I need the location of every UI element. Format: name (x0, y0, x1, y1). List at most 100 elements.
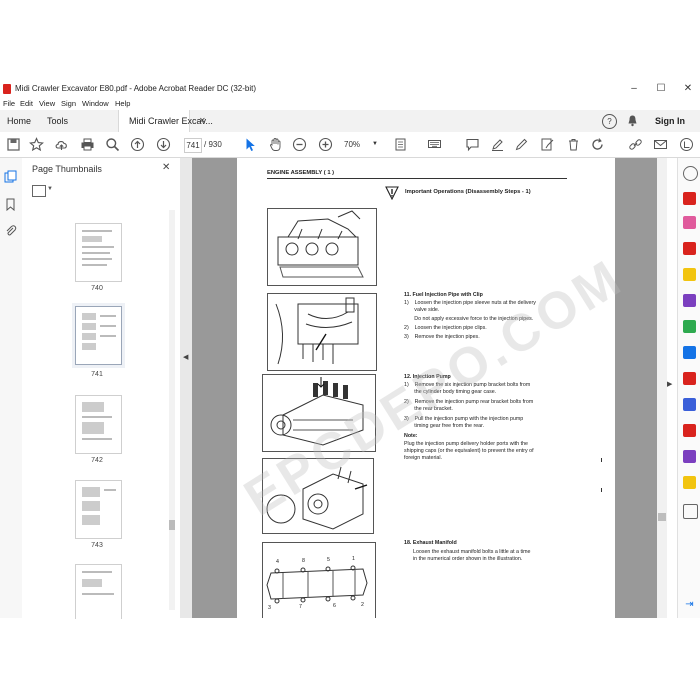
rotate-icon[interactable] (590, 137, 605, 152)
next-page-icon[interactable] (156, 137, 171, 152)
menu-help[interactable]: Help (115, 99, 130, 108)
email-icon[interactable] (653, 137, 668, 152)
fit-page-icon[interactable] (393, 137, 408, 152)
thumbnail-label-742: 742 (91, 457, 103, 464)
thumbnail-scrollbar[interactable] (169, 210, 175, 610)
thumbnail-page-740[interactable] (75, 223, 122, 282)
document-scrollbar-thumb[interactable] (658, 513, 666, 521)
thumbnail-options-icon[interactable] (32, 185, 46, 197)
tab-home[interactable]: Home (7, 110, 31, 132)
zoom-out-icon[interactable] (292, 137, 307, 152)
step-18-line-2: in the numerical order shown in the illu… (413, 556, 523, 562)
page-thumbnails-icon[interactable] (4, 170, 17, 183)
figure-engine-top (267, 208, 377, 286)
protect-icon[interactable] (683, 398, 696, 411)
thumbnail-label-740: 740 (91, 285, 103, 292)
zoom-level-value: 70% (344, 140, 361, 149)
menu-window[interactable]: Window (82, 99, 109, 108)
collapse-arrow-icon[interactable]: ◀ (183, 353, 188, 361)
menu-sign[interactable]: Sign (61, 99, 76, 108)
menu-view[interactable]: View (39, 99, 55, 108)
comment-icon[interactable] (465, 137, 480, 152)
share-icon[interactable] (679, 137, 694, 152)
hand-tool-icon[interactable] (268, 137, 283, 152)
organize-pages-icon[interactable] (683, 320, 696, 333)
manifold-num-top-3: 5 (327, 557, 330, 563)
manifold-num-bottom-2: 7 (299, 604, 302, 610)
help-icon[interactable]: ? (602, 114, 617, 129)
link-share-icon[interactable] (628, 137, 643, 152)
menu-edit[interactable]: Edit (20, 99, 33, 108)
bell-icon[interactable] (626, 114, 639, 127)
expand-right-pane-icon[interactable]: ▶ (667, 380, 677, 388)
edit-pdf-icon[interactable] (683, 242, 696, 255)
manifold-num-bottom-3: 6 (333, 603, 336, 609)
draw-pen-icon[interactable] (514, 137, 529, 152)
thumbnail-scrollbar-thumb[interactable] (169, 520, 175, 530)
previous-page-icon[interactable] (130, 137, 145, 152)
manifold-num-top-4: 1 (352, 556, 355, 562)
print-icon[interactable] (80, 137, 95, 152)
create-pdf-icon[interactable] (683, 216, 696, 229)
select-cursor-icon[interactable] (243, 137, 258, 152)
star-icon[interactable] (29, 137, 44, 152)
document-view[interactable]: ENGINE ASSEMBLY ( 1 ) Important Operatio… (192, 158, 657, 618)
fill-sign-icon[interactable] (540, 137, 555, 152)
thumbnail-label-743: 743 (91, 542, 103, 549)
tab-document[interactable]: Midi Crawler Excav... ✕ (118, 110, 213, 132)
more-tools-icon[interactable] (683, 504, 698, 519)
page-total-label: / 930 (204, 140, 222, 149)
keyboard-icon[interactable] (427, 137, 442, 152)
chevron-down-icon: ▼ (372, 141, 378, 147)
right-tools-pane: ⇥ (677, 158, 700, 618)
tab-bar: Home Tools Midi Crawler Excav... ✕ ? Sig… (0, 110, 700, 133)
bookmark-icon[interactable] (4, 198, 17, 212)
request-signature-icon[interactable] (683, 450, 696, 463)
left-pane-collapse-strip[interactable]: ◀ (180, 158, 192, 618)
maximize-button[interactable]: ☐ (649, 82, 673, 96)
close-pane-icon[interactable]: ✕ (162, 162, 170, 173)
zoom-level-select[interactable]: 70% ▼ (344, 138, 380, 151)
compress-pdf-icon[interactable] (683, 346, 696, 359)
redact-icon[interactable] (683, 372, 696, 385)
attachment-icon[interactable] (4, 224, 17, 237)
manifold-num-bottom-1: 3 (268, 605, 271, 611)
close-window-button[interactable]: ✕ (676, 82, 700, 96)
collapse-tools-icon[interactable]: ⇥ (683, 598, 696, 611)
figure-exhaust-manifold: 4 8 5 1 3 7 6 2 (262, 542, 376, 618)
zoom-search-icon[interactable] (105, 137, 120, 152)
options-chevron-icon[interactable]: ▼ (47, 186, 53, 192)
save-icon[interactable] (6, 137, 21, 152)
window-title-bar: Midi Crawler Excavator E80.pdf - Adobe A… (0, 80, 700, 98)
important-operations-title: Important Operations (Disassembly Steps … (405, 189, 531, 195)
thumbnail-page-742[interactable] (75, 395, 122, 454)
sign-in-link[interactable]: Sign In (655, 110, 685, 132)
thumbnails-header: Page Thumbnails (32, 164, 102, 174)
left-navigation-pane (0, 158, 23, 618)
warning-triangle-icon (385, 186, 399, 200)
manifold-num-top-2: 8 (302, 558, 305, 564)
thumbnail-page-next[interactable] (75, 564, 122, 619)
page-number-input[interactable]: 741 (184, 138, 202, 153)
send-for-comments-icon[interactable] (683, 476, 696, 489)
export-pdf-icon[interactable] (683, 192, 696, 205)
document-scrollbar[interactable] (657, 158, 667, 618)
combine-files-icon[interactable] (683, 294, 696, 307)
main-toolbar: 741 / 930 70% ▼ (0, 132, 700, 158)
thumbnail-page-741[interactable] (75, 306, 122, 365)
pdf-page: ENGINE ASSEMBLY ( 1 ) Important Operatio… (235, 158, 633, 618)
thumbnail-page-743[interactable] (75, 480, 122, 539)
menu-file[interactable]: File (3, 99, 15, 108)
comment-tool-icon[interactable] (683, 268, 696, 281)
figure-injection-pipes (267, 293, 377, 371)
tab-tools[interactable]: Tools (47, 110, 68, 132)
fill-and-sign-icon[interactable] (683, 424, 696, 437)
zoom-in-icon[interactable] (318, 137, 333, 152)
menu-bar: File Edit View Sign Window Help (0, 98, 700, 110)
note-line-3: foreign material. (404, 455, 442, 461)
highlight-pen-icon[interactable] (490, 137, 505, 152)
cloud-upload-icon[interactable] (54, 137, 69, 152)
delete-icon[interactable] (566, 137, 581, 152)
search-tool-icon[interactable] (683, 166, 698, 181)
minimize-button[interactable]: – (622, 82, 646, 96)
